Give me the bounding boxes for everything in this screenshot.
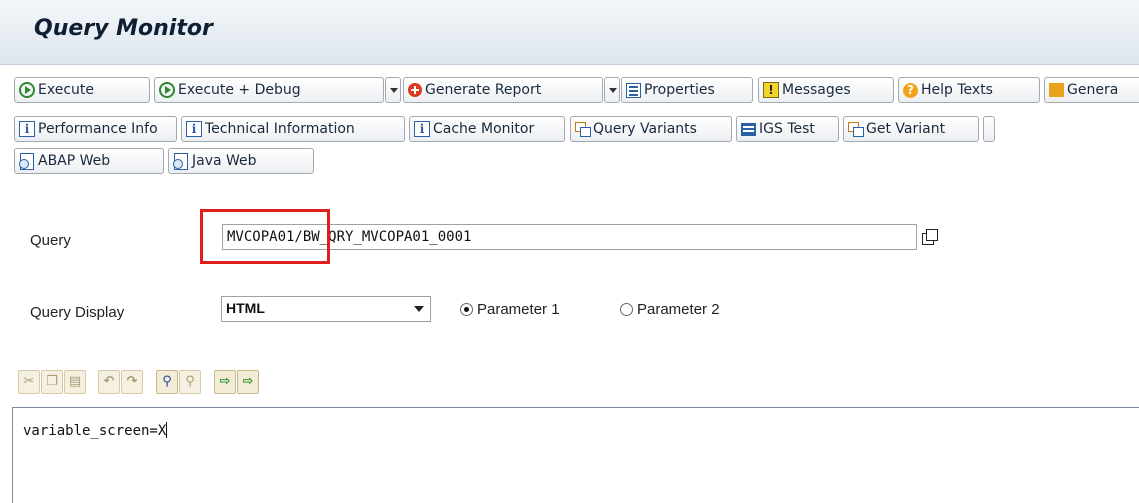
technical-information-label: Technical Information — [205, 121, 355, 137]
query-display-label: Query Display — [30, 304, 125, 321]
info-icon: i — [414, 121, 430, 137]
radio-parameter-2[interactable]: Parameter 2 — [620, 301, 720, 318]
radio-unselected-icon — [620, 303, 633, 316]
generate-report-dropdown[interactable] — [604, 77, 620, 103]
generate-report-button[interactable]: Generate Report — [403, 77, 603, 103]
messages-icon: ! — [763, 82, 779, 98]
igs-test-label: IGS Test — [759, 121, 815, 137]
generate-icon — [1049, 83, 1064, 97]
page-title: Query Monitor — [34, 16, 213, 41]
info-icon: i — [19, 121, 35, 137]
generate-report-icon — [408, 83, 422, 97]
cache-monitor-label: Cache Monitor — [433, 121, 535, 137]
more-toolbar-button[interactable] — [983, 116, 995, 142]
performance-info-label: Performance Info — [38, 121, 158, 137]
redo-icon[interactable]: ↷ — [121, 370, 143, 394]
get-variant-button[interactable]: Get Variant — [843, 116, 979, 142]
web-icon — [173, 153, 189, 170]
execute-icon — [19, 82, 35, 98]
query-variants-label: Query Variants — [593, 121, 697, 137]
variants-icon — [575, 122, 591, 137]
execute-debug-label: Execute + Debug — [178, 82, 301, 98]
find-icon[interactable]: ⚲ — [156, 370, 178, 394]
paste-icon[interactable]: ▤ — [64, 370, 86, 394]
query-label: Query — [30, 232, 71, 249]
messages-label: Messages — [782, 82, 851, 98]
abap-web-label: ABAP Web — [38, 153, 111, 169]
java-web-label: Java Web — [192, 153, 257, 169]
generate-report-label: Generate Report — [425, 82, 542, 98]
igs-icon — [741, 122, 756, 136]
radio-parameter-1-label: Parameter 1 — [477, 301, 560, 318]
generate-button[interactable]: Genera — [1044, 77, 1139, 103]
help-texts-label: Help Texts — [921, 82, 993, 98]
export-icon[interactable]: ⇨ — [237, 370, 259, 394]
cache-monitor-button[interactable]: i Cache Monitor — [409, 116, 565, 142]
java-web-button[interactable]: Java Web — [168, 148, 314, 174]
query-display-select[interactable]: HTML — [221, 296, 431, 322]
query-display-value: HTML — [226, 300, 265, 316]
radio-parameter-1[interactable]: Parameter 1 — [460, 301, 560, 318]
cut-icon[interactable]: ✂ — [18, 370, 40, 394]
generate-label: Genera — [1067, 82, 1119, 98]
technical-information-button[interactable]: i Technical Information — [181, 116, 405, 142]
execute-label: Execute — [38, 82, 94, 98]
properties-label: Properties — [644, 82, 715, 98]
properties-button[interactable]: Properties — [621, 77, 753, 103]
help-texts-button[interactable]: ? Help Texts — [898, 77, 1040, 103]
execute-button[interactable]: Execute — [14, 77, 150, 103]
undo-icon[interactable]: ↶ — [98, 370, 120, 394]
web-icon — [19, 153, 35, 170]
info-icon: i — [186, 121, 202, 137]
radio-parameter-2-label: Parameter 2 — [637, 301, 720, 318]
performance-info-button[interactable]: i Performance Info — [14, 116, 177, 142]
editor-content: variable_screen=X — [23, 423, 167, 439]
help-icon: ? — [903, 82, 918, 98]
query-input[interactable] — [222, 224, 917, 250]
execute-debug-dropdown[interactable] — [385, 77, 401, 103]
title-bar: Query Monitor — [0, 0, 1139, 65]
execute-icon — [159, 82, 175, 98]
properties-icon — [626, 82, 641, 98]
copy-icon[interactable] — [920, 227, 940, 247]
chevron-down-icon — [414, 306, 424, 312]
execute-debug-button[interactable]: Execute + Debug — [154, 77, 384, 103]
import-icon[interactable]: ⇨ — [214, 370, 236, 394]
copy-icon[interactable]: ❐ — [41, 370, 63, 394]
text-editor[interactable]: variable_screen=X — [12, 407, 1139, 503]
variants-icon — [848, 122, 864, 137]
query-variants-button[interactable]: Query Variants — [570, 116, 732, 142]
get-variant-label: Get Variant — [866, 121, 946, 137]
abap-web-button[interactable]: ABAP Web — [14, 148, 164, 174]
radio-selected-icon — [460, 303, 473, 316]
igs-test-button[interactable]: IGS Test — [736, 116, 839, 142]
messages-button[interactable]: ! Messages — [758, 77, 894, 103]
find-next-icon[interactable]: ⚲ — [179, 370, 201, 394]
